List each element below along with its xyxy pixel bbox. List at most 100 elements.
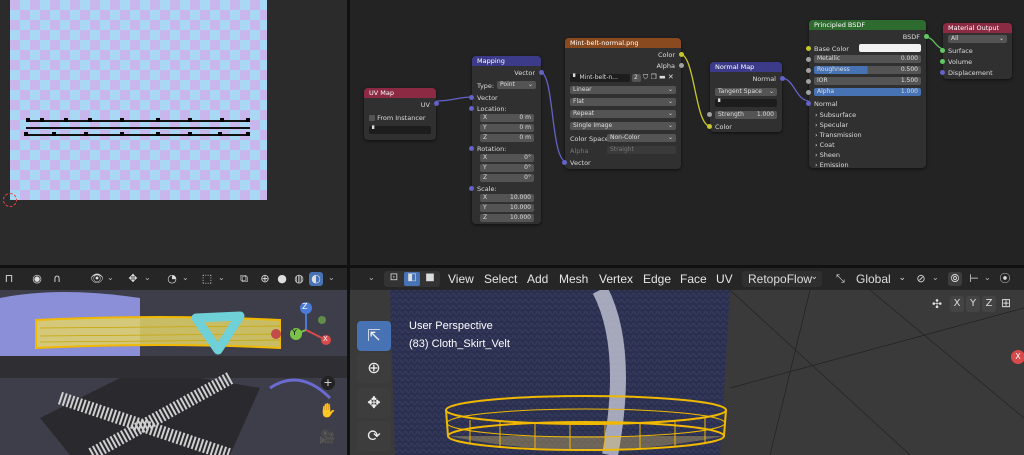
scale-x-field[interactable]: X 10.000	[480, 194, 534, 202]
snap-target-icon[interactable]: ⊢	[967, 272, 981, 286]
output-target-dropdown[interactable]: All ⌄	[948, 35, 1007, 43]
alpha-socket[interactable]	[806, 90, 811, 95]
face-select-icon[interactable]: ■	[422, 272, 438, 286]
mesh-edit-overlay-icon[interactable]: ⬚	[200, 272, 214, 286]
roughness-socket[interactable]	[806, 68, 811, 73]
panel-specular[interactable]: › Specular	[815, 121, 848, 129]
panel-coat[interactable]: › Coat	[815, 141, 835, 149]
location-z-field[interactable]: Z0 m	[480, 134, 534, 142]
panel-subsurface[interactable]: › Subsurface	[815, 111, 856, 119]
from-instancer-checkbox[interactable]: From Instancer	[369, 114, 426, 122]
mapping-out-socket[interactable]	[539, 70, 544, 75]
pivot-icon[interactable]: ⊘	[914, 272, 928, 286]
xray-icon[interactable]: ⧉	[237, 272, 251, 286]
select-mode-group[interactable]: ⊡ ◧ ■	[384, 271, 440, 287]
cursor-tool[interactable]: ⊕	[357, 353, 391, 383]
metallic-field[interactable]: Metallic 0.000	[814, 55, 921, 63]
snap-toggle-icon[interactable]: ⦾	[948, 272, 962, 286]
source-dropdown[interactable]: Single Image ⌄	[570, 122, 676, 130]
mapping-node[interactable]: Mapping Vector Type: Point ⌄ Vector Locat…	[469, 56, 544, 224]
uv-map-node[interactable]: UV Map UV From Instancer ▘	[364, 88, 439, 140]
move-tool[interactable]: ✥	[357, 388, 391, 418]
zoom-icon[interactable]: +	[321, 376, 335, 390]
mapping-in-socket[interactable]	[469, 95, 474, 100]
metallic-socket[interactable]	[806, 57, 811, 62]
projection-dropdown[interactable]: Flat ⌄	[570, 98, 676, 106]
vertex-select-icon[interactable]: ⊡	[386, 272, 402, 286]
viewport-right[interactable]: ⌄ ⊡ ◧ ■ View Select Add Mesh Vertex Edge…	[350, 268, 1024, 455]
mirror-y-button[interactable]: Y	[966, 296, 980, 312]
ior-socket[interactable]	[806, 79, 811, 84]
uv-map-select-field[interactable]: ▘	[715, 99, 777, 107]
mirror-z-button[interactable]: Z	[982, 296, 996, 312]
rotation-z-field[interactable]: Z 0°	[480, 174, 534, 182]
proportional-edit-icon[interactable]: ◉	[30, 272, 44, 286]
strength-field[interactable]: Strength 1.000	[715, 111, 777, 119]
mode-chevron[interactable]: ⌄	[368, 273, 375, 282]
mirror-x-button[interactable]: X	[950, 296, 964, 312]
uv-map-field[interactable]: ▘	[369, 126, 431, 134]
surface-socket[interactable]	[940, 48, 945, 53]
normal-map-color-socket[interactable]	[707, 124, 712, 129]
menu-face[interactable]: Face	[680, 272, 707, 286]
rotation-x-field[interactable]: X 0°	[480, 154, 534, 162]
select-box-tool[interactable]: ⇱	[357, 321, 391, 351]
rotation-y-field[interactable]: Y 0°	[480, 164, 534, 172]
uv-island[interactable]	[24, 118, 252, 138]
displacement-socket[interactable]	[940, 70, 945, 75]
material-shading-icon[interactable]: ◍	[292, 272, 306, 286]
base-color-socket[interactable]	[806, 46, 811, 51]
uv-output-socket[interactable]	[434, 101, 439, 106]
viewport-right-header[interactable]: ⌄ ⊡ ◧ ■ View Select Add Mesh Vertex Edge…	[350, 268, 1024, 290]
normal-map-out-socket[interactable]	[780, 76, 785, 81]
image-vector-socket[interactable]	[562, 160, 567, 165]
image-users-count[interactable]: 2	[632, 74, 641, 82]
normal-map-node[interactable]: Normal Map Normal Tangent Space ⌄ ▘ Stren…	[707, 62, 785, 132]
camera-view-icon[interactable]: 🎥	[319, 430, 335, 445]
scale-z-field[interactable]: Z 10.000	[480, 214, 534, 222]
retopoflow-menu[interactable]: RetopoFlow ⌄	[742, 271, 822, 287]
menu-uv[interactable]: UV	[716, 272, 733, 286]
edge-select-icon[interactable]: ◧	[404, 272, 420, 286]
mapping-scale-socket[interactable]	[469, 186, 474, 191]
menu-select[interactable]: Select	[484, 272, 517, 286]
sidebar-toggle-icon[interactable]: ⊞	[1001, 296, 1011, 310]
alpha-mode-dropdown[interactable]: Straight	[607, 146, 676, 154]
navigation-gizmo[interactable]: Z Y X	[286, 300, 336, 350]
menu-mesh[interactable]: Mesh	[559, 272, 588, 286]
normal-socket[interactable]	[806, 101, 811, 106]
image-texture-node[interactable]: Mint-belt-normal.png Color Alpha ▘ Mint-…	[562, 38, 684, 169]
overlay-icon[interactable]: ◔	[165, 272, 179, 286]
interpolation-dropdown[interactable]: Linear ⌄	[570, 86, 676, 94]
mapping-type-dropdown[interactable]: Point ⌄	[497, 81, 536, 89]
solid-shading-icon[interactable]: ●	[275, 272, 289, 286]
menu-edge[interactable]: Edge	[643, 272, 671, 286]
mirror-icon[interactable]: ✣	[932, 297, 942, 311]
mapping-rotation-socket[interactable]	[469, 146, 474, 151]
menu-vertex[interactable]: Vertex	[599, 272, 633, 286]
rotate-tool[interactable]: ⟳	[357, 421, 391, 451]
ior-field[interactable]: IOR 1.500	[814, 77, 921, 85]
material-output-node[interactable]: Material Output All ⌄ Surface Volume Disp…	[940, 23, 1012, 79]
location-x-field[interactable]: X0 m	[480, 114, 534, 122]
menu-view[interactable]: View	[448, 272, 474, 286]
image-name-field[interactable]: ▘ Mint-belt-n...	[570, 74, 630, 82]
viewport-left-header[interactable]: ⊓ ◉ ∩ 👁 ⌄ ✥ ⌄ ◔ ⌄ ⬚ ⌄ ⧉ ⊕ ● ◍ ◐ ⌄	[0, 268, 347, 290]
panel-transmission[interactable]: › Transmission	[815, 131, 862, 139]
image-action-icons[interactable]: ⛉ ❐ ▬ ✕	[643, 73, 674, 82]
image-alpha-socket[interactable]	[679, 63, 684, 68]
color-space-dropdown[interactable]: Non-Color ⌄	[607, 134, 676, 142]
wireframe-shading-icon[interactable]: ⊕	[258, 272, 272, 286]
panel-sheen[interactable]: › Sheen	[815, 151, 840, 159]
panel-emission[interactable]: › Emission	[815, 161, 849, 169]
proportional-right-icon[interactable]: ⦿	[998, 272, 1012, 286]
transform-orientation-dropdown[interactable]: ⤡ Global ⌄	[836, 271, 908, 287]
uv-editor-panel[interactable]	[0, 0, 347, 265]
normal-space-dropdown[interactable]: Tangent Space ⌄	[715, 88, 777, 96]
rendered-shading-icon[interactable]: ◐	[309, 272, 323, 286]
mapping-location-socket[interactable]	[469, 106, 474, 111]
strength-socket[interactable]	[707, 112, 712, 117]
gizmo-icon[interactable]: ✥	[126, 272, 140, 286]
menu-add[interactable]: Add	[527, 272, 548, 286]
scale-y-field[interactable]: Y 10.000	[480, 204, 534, 212]
